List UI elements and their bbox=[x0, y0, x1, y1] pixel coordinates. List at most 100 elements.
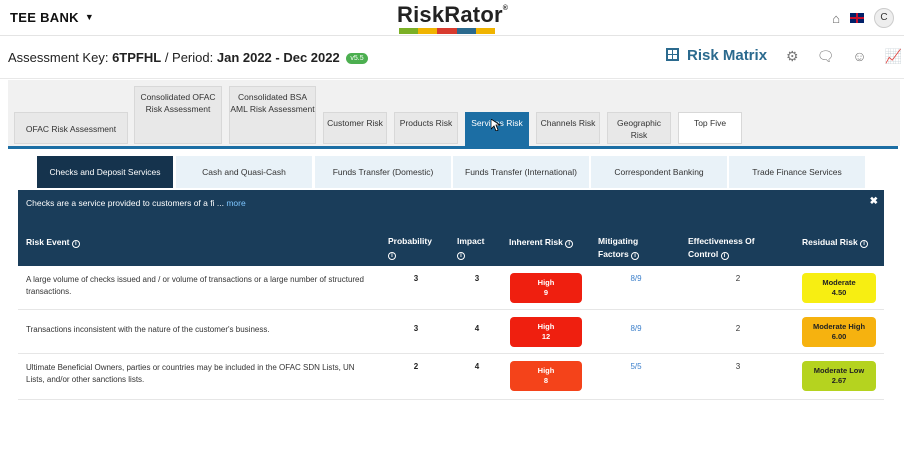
mouse-cursor-icon bbox=[491, 119, 501, 131]
logo-color-block bbox=[399, 28, 419, 34]
col-mitigating-factors: Mitigating Factors i bbox=[598, 236, 640, 260]
tab-channels-risk[interactable]: Channels Risk bbox=[536, 112, 600, 144]
logo-color-block bbox=[437, 28, 457, 34]
inherent-risk-score: 8 bbox=[543, 376, 549, 385]
subtab-trade-finance[interactable]: Trade Finance Services bbox=[729, 156, 865, 188]
service-description-banner: Checks are a service provided to custome… bbox=[18, 190, 884, 226]
impact-value: 4 bbox=[474, 324, 480, 333]
tab-geographic-risk[interactable]: Geographic Risk bbox=[607, 112, 671, 144]
table-row[interactable]: A large volume of checks issued and / or… bbox=[18, 266, 884, 310]
chevron-down-icon: ▼ bbox=[84, 12, 95, 22]
close-icon[interactable]: ✖ bbox=[870, 196, 878, 207]
assessment-key: Assessment Key: 6TPFHL / Period: Jan 202… bbox=[8, 50, 368, 65]
chart-icon[interactable]: 📈 bbox=[885, 48, 902, 65]
risk-matrix-title: Risk Matrix bbox=[666, 47, 767, 64]
tab-customer-risk[interactable]: Customer Risk bbox=[323, 112, 387, 144]
grid-icon bbox=[666, 48, 679, 61]
tab-consolidated-ofac[interactable]: Consolidated OFAC Risk Assessment bbox=[134, 86, 222, 144]
table-row[interactable]: Transactions inconsistent with the natur… bbox=[18, 310, 884, 354]
more-link[interactable]: more bbox=[226, 198, 245, 208]
probability-value: 2 bbox=[413, 362, 419, 371]
view-title: Risk Matrix bbox=[687, 47, 768, 64]
logo-text: RiskRator® bbox=[397, 2, 509, 27]
col-impact: Impact i bbox=[457, 236, 485, 260]
residual-risk-score: 4.50 bbox=[831, 288, 847, 297]
probability-value: 3 bbox=[413, 324, 419, 333]
residual-risk-badge: Moderate 4.50 bbox=[802, 273, 876, 303]
table-row[interactable]: Ultimate Beneficial Owners, parties or c… bbox=[18, 354, 884, 400]
key-label: Assessment Key: bbox=[8, 50, 109, 65]
table-header: Risk Event i Probability i Impact i Inhere… bbox=[18, 226, 884, 266]
period-label: / Period: bbox=[164, 50, 214, 65]
version-badge: v5.5 bbox=[346, 53, 368, 64]
logo-color-block bbox=[418, 28, 438, 34]
inherent-risk-badge: High 9 bbox=[510, 273, 582, 303]
risk-event-text: Transactions inconsistent with the natur… bbox=[26, 325, 270, 334]
inherent-risk-score: 12 bbox=[541, 332, 551, 341]
tab-products-risk[interactable]: Products Risk bbox=[394, 112, 458, 144]
riskrator-logo: RiskRator® bbox=[397, 2, 517, 36]
subtab-cash-quasi-cash[interactable]: Cash and Quasi-Cash bbox=[176, 156, 312, 188]
view-icons: ⚙ 🗨 ☺ 📈 bbox=[786, 48, 902, 65]
inherent-risk-label: High bbox=[537, 366, 555, 375]
residual-risk-score: 2.67 bbox=[831, 376, 847, 385]
inherent-risk-badge: High 12 bbox=[510, 317, 582, 347]
col-effectiveness: Effectiveness Of Control i bbox=[688, 236, 755, 260]
tab-consolidated-bsa-aml[interactable]: Consolidated BSA AML Risk Assessment bbox=[229, 86, 316, 144]
residual-risk-score: 6.00 bbox=[831, 332, 847, 341]
avatar[interactable]: C bbox=[874, 8, 894, 28]
subtab-checks-deposit[interactable]: Checks and Deposit Services bbox=[37, 156, 173, 188]
info-icon[interactable]: i bbox=[631, 252, 640, 260]
primary-tabs: OFAC Risk Assessment Consolidated OFAC R… bbox=[8, 80, 900, 146]
logo-color-blocks bbox=[399, 28, 496, 34]
mitigating-factors-link[interactable]: 8/9 bbox=[621, 274, 651, 283]
inherent-risk-label: High bbox=[537, 322, 555, 331]
info-icon[interactable]: i bbox=[71, 240, 80, 248]
subtab-funds-transfer-domestic[interactable]: Funds Transfer (Domestic) bbox=[315, 156, 451, 188]
bank-selector[interactable]: TEE BANK ▼ bbox=[10, 10, 94, 25]
info-icon[interactable]: i bbox=[388, 252, 396, 260]
language-flag-icon[interactable] bbox=[850, 13, 864, 23]
effectiveness-value: 3 bbox=[735, 362, 741, 371]
logo-color-block bbox=[475, 28, 496, 34]
period-value: Jan 2022 - Dec 2022 bbox=[216, 50, 340, 65]
inherent-risk-label: High bbox=[537, 278, 555, 287]
bank-name: TEE BANK bbox=[10, 10, 79, 25]
col-risk-event: Risk Event i bbox=[26, 236, 80, 249]
info-icon[interactable]: i bbox=[565, 240, 574, 248]
banner-text: Checks are a service provided to custome… bbox=[26, 198, 224, 208]
subtab-correspondent-banking[interactable]: Correspondent Banking bbox=[591, 156, 727, 188]
info-icon[interactable]: i bbox=[860, 240, 869, 248]
top-icons: ⌂ C bbox=[832, 8, 894, 28]
inherent-risk-score: 9 bbox=[543, 288, 549, 297]
inherent-risk-badge: High 8 bbox=[510, 361, 582, 391]
key-value: 6TPFHL bbox=[112, 50, 162, 65]
home-icon[interactable]: ⌂ bbox=[832, 11, 840, 26]
risk-event-text: Ultimate Beneficial Owners, parties or c… bbox=[26, 363, 355, 384]
effectiveness-value: 2 bbox=[735, 324, 741, 333]
info-icon[interactable]: i bbox=[720, 252, 729, 260]
col-residual-risk: Residual Risk i bbox=[802, 236, 869, 249]
mitigating-factors-link[interactable]: 8/9 bbox=[621, 324, 651, 333]
mitigating-factors-link[interactable]: 5/5 bbox=[621, 362, 651, 371]
effectiveness-value: 2 bbox=[735, 274, 741, 283]
sliders-icon[interactable]: ⚙ bbox=[786, 48, 799, 65]
impact-value: 4 bbox=[474, 362, 480, 371]
residual-risk-badge: Moderate High 6.00 bbox=[802, 317, 876, 347]
impact-value: 3 bbox=[474, 274, 480, 283]
tab-top-five[interactable]: Top Five bbox=[678, 112, 742, 144]
info-icon[interactable]: i bbox=[457, 252, 465, 260]
comment-icon[interactable]: 🗨 bbox=[817, 48, 835, 65]
residual-risk-label: Moderate Low bbox=[813, 366, 865, 375]
residual-risk-label: Moderate High bbox=[812, 322, 866, 331]
assessment-bar: Assessment Key: 6TPFHL / Period: Jan 202… bbox=[0, 37, 904, 79]
residual-risk-label: Moderate bbox=[822, 278, 856, 287]
top-bar: TEE BANK ▼ RiskRator® ⌂ C bbox=[0, 0, 904, 36]
risk-event-text: A large volume of checks issued and / or… bbox=[26, 275, 364, 296]
subtab-funds-transfer-international[interactable]: Funds Transfer (International) bbox=[453, 156, 589, 188]
residual-risk-badge: Moderate Low 2.67 bbox=[802, 361, 876, 391]
probability-value: 3 bbox=[413, 274, 419, 283]
chat-icon[interactable]: ☺ bbox=[852, 48, 866, 65]
tab-ofac-risk-assessment[interactable]: OFAC Risk Assessment bbox=[14, 112, 128, 144]
logo-color-block bbox=[456, 28, 476, 34]
